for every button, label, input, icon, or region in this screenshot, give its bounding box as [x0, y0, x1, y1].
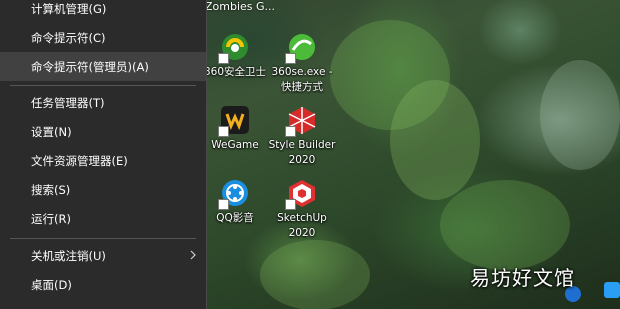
desktop-icon-style-builder[interactable]: Style Builder 2020: [267, 105, 337, 168]
shortcut-arrow-icon: [218, 53, 229, 64]
menu-item-task-manager[interactable]: 任务管理器(T): [0, 88, 206, 117]
desktop-icon-label-partial: Zombies G...: [205, 0, 276, 13]
qq-player-icon: [218, 178, 250, 210]
menu-item-label: 文件资源管理器(E): [31, 153, 128, 168]
menu-item-settings[interactable]: 设置(N): [0, 117, 206, 146]
desktop-icon-360-security[interactable]: 360安全卫士: [200, 32, 270, 80]
desktop-icon-wegame[interactable]: WeGame: [200, 105, 270, 153]
shortcut-arrow-icon: [285, 53, 296, 64]
menu-item-computer-management[interactable]: 计算机管理(G): [0, 0, 206, 23]
menu-item-label: 设置(N): [31, 124, 72, 139]
menu-separator: [10, 238, 196, 239]
menu-item-shutdown-signout[interactable]: 关机或注销(U): [0, 241, 206, 270]
sketchup-icon: [285, 178, 317, 210]
menu-item-label: 计算机管理(G): [31, 1, 107, 16]
desktop-icon-qq-player[interactable]: QQ影音: [200, 178, 270, 226]
menu-item-label: 任务管理器(T): [31, 95, 105, 110]
menu-item-label: 运行(R): [31, 211, 71, 226]
wegame-icon: [218, 105, 250, 137]
menu-item-file-explorer[interactable]: 文件资源管理器(E): [0, 146, 206, 175]
menu-item-command-prompt[interactable]: 命令提示符(C): [0, 23, 206, 52]
desktop-icon-label: WeGame: [211, 139, 259, 151]
desktop-icon-label: 360安全卫士: [203, 66, 267, 78]
watermark: 易坊好文馆: [470, 266, 575, 290]
shortcut-arrow-icon: [218, 126, 229, 137]
menu-item-search[interactable]: 搜索(S): [0, 175, 206, 204]
360-security-icon: [218, 32, 250, 64]
app-shortcut-icon[interactable]: [604, 282, 620, 298]
desktop-icon-label: SketchUp 2020: [277, 212, 327, 239]
menu-item-label: 命令提示符(管理员)(A): [31, 59, 149, 74]
style-builder-icon: [285, 105, 317, 137]
menu-item-command-prompt-admin[interactable]: 命令提示符(管理员)(A): [0, 52, 206, 81]
desktop-icon-360-browser[interactable]: 360se.exe - 快捷方式: [267, 32, 337, 95]
menu-item-label: 命令提示符(C): [31, 30, 106, 45]
shortcut-arrow-icon: [218, 199, 229, 210]
winx-context-menu: 计算机管理(G) 命令提示符(C) 命令提示符(管理员)(A) 任务管理器(T)…: [0, 0, 207, 309]
menu-item-label: 搜索(S): [31, 182, 71, 197]
menu-separator: [10, 85, 196, 86]
desktop-icon-label: 360se.exe - 快捷方式: [271, 66, 333, 93]
desktop-icon-sketchup[interactable]: SketchUp 2020: [267, 178, 337, 241]
menu-item-desktop[interactable]: 桌面(D): [0, 270, 206, 299]
desktop-icon-label: Style Builder 2020: [268, 139, 336, 166]
menu-item-label: 桌面(D): [31, 277, 72, 292]
shortcut-arrow-icon: [285, 126, 296, 137]
desktop-icon-label: QQ影音: [216, 212, 254, 224]
menu-item-label: 关机或注销(U): [31, 248, 106, 263]
chevron-right-icon: [190, 250, 196, 260]
menu-item-run[interactable]: 运行(R): [0, 204, 206, 233]
360-browser-icon: [285, 32, 317, 64]
shortcut-arrow-icon: [285, 199, 296, 210]
